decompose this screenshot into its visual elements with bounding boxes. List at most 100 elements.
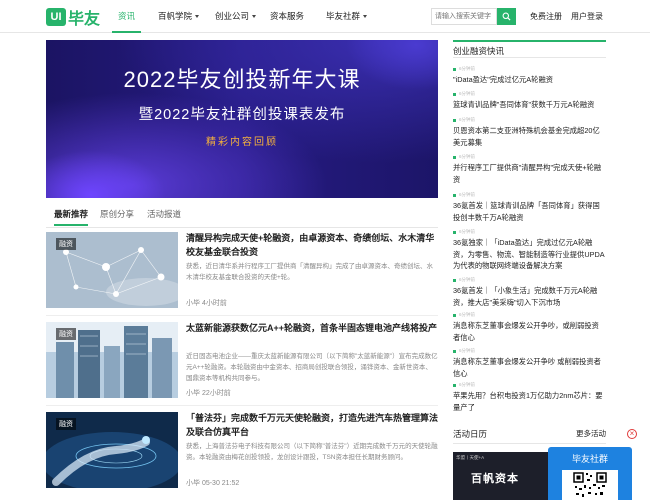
- nav-item-community[interactable]: 毕友社群: [326, 0, 368, 33]
- news-text[interactable]: 消息称东芝董事会爆发公开争吵，或削弱投资者信心: [453, 320, 606, 343]
- news-text[interactable]: 36氪独家｜「iData盈达」完成过亿元A轮融资，为零售、物流、智能制造等行业提…: [453, 237, 606, 272]
- logo-text: 毕友: [68, 10, 101, 28]
- news-time: 6分钟前: [453, 91, 606, 97]
- event-thumbnail[interactable]: 华盟丨天使+A 百帆资本: [453, 452, 553, 500]
- divider: [46, 315, 438, 316]
- chevron-down-icon: [195, 15, 200, 19]
- sidebar-title: 创业融资快讯: [453, 46, 505, 56]
- news-time: 6分钟前: [453, 229, 606, 235]
- news-item[interactable]: 6分钟前 并行程序工厂提供商"清醒异构"完成天使+轮融资: [453, 154, 606, 185]
- article-title[interactable]: 太蓝新能源获数亿元A++轮融资，首条半固态锂电池产线将投产: [186, 322, 438, 336]
- article-title[interactable]: 「普法芬」完成数千万元天使轮融资，打造先进汽车热管理算法及联合仿真平台: [186, 412, 438, 439]
- news-item[interactable]: 6分钟前 消息称东芝董事会爆发公开争吵，或削弱投资者信心: [453, 312, 606, 343]
- article-tabs: 最新推荐 原创分享 活动报道: [46, 206, 438, 228]
- site-logo[interactable]: UI 毕友: [46, 6, 101, 28]
- bullet-icon: [453, 193, 456, 197]
- article-item[interactable]: 融资 「普法芬」完成数千万元天使轮融资，打造先进汽车热管理算法及联合仿真平台 获…: [46, 412, 438, 492]
- search-icon: [502, 12, 511, 21]
- news-item[interactable]: 6分钟前 贝恩资本第二支亚洲特殊机会基金完成超20亿美元募集: [453, 117, 606, 148]
- sidebar-header: 创业融资快讯: [453, 40, 606, 58]
- news-time-text: 6分钟前: [459, 154, 476, 159]
- bullet-icon: [453, 313, 456, 317]
- nav-item-capital[interactable]: 资本服务: [270, 0, 304, 33]
- news-text[interactable]: "iData盈达"完成过亿元A轮融资: [453, 74, 606, 86]
- tab-latest[interactable]: 最新推荐: [54, 208, 89, 226]
- article-thumbnail[interactable]: 融资: [46, 412, 178, 488]
- news-time: 6分钟前: [453, 382, 606, 388]
- bullet-icon: [453, 92, 456, 96]
- banner-glow: [46, 150, 166, 198]
- nav-item-news[interactable]: 资讯: [111, 0, 142, 33]
- nav-item-label: 资本服务: [270, 11, 305, 21]
- news-item[interactable]: 6分钟前 苹果先用？台积电投资1万亿助力2nm芯片：要量产了: [453, 382, 606, 413]
- news-item[interactable]: 6分钟前 36氪独家｜「iData盈达」完成过亿元A轮融资，为零售、物流、智能制…: [453, 229, 606, 272]
- register-link[interactable]: 免费注册: [530, 0, 562, 33]
- thumb-label: 融资: [56, 328, 76, 340]
- banner-title: 2022毕友创投新年大课: [123, 67, 361, 92]
- article-item[interactable]: 融资 太蓝新能源获数亿元A++轮融资，首条半固态锂电池产线将投产 近日固态电池企…: [46, 322, 438, 402]
- news-time: 6分钟前: [453, 277, 606, 283]
- search-button[interactable]: [497, 8, 516, 25]
- news-time-text: 6分钟前: [459, 229, 476, 234]
- news-item[interactable]: 6分钟前 "iData盈达"完成过亿元A轮融资: [453, 66, 606, 86]
- news-text[interactable]: 并行程序工厂提供商"清醒异构"完成天使+轮融资: [453, 162, 606, 185]
- login-link[interactable]: 用户登录: [571, 0, 603, 33]
- news-time: 6分钟前: [453, 154, 606, 160]
- news-text[interactable]: 苹果先用？台积电投资1万亿助力2nm芯片：要量产了: [453, 390, 606, 413]
- news-text[interactable]: 36氪首发｜「小象生活」完成数千万元A轮融资，推大店"美采嗨"切入下沉市场: [453, 285, 606, 308]
- article-summary: 近日固态电池企业——重庆太蓝新能源有限公司（以下简称"太蓝新能源"）宣布完成数亿…: [186, 353, 438, 382]
- news-item[interactable]: 6分钟前 36氪首发｜「小象生活」完成数千万元A轮融资，推大店"美采嗨"切入下沉…: [453, 277, 606, 308]
- article-item[interactable]: 融资 清醒异构完成天使+轮融资，由卓源资本、奇绩创坛、水木清华校友基金联合投资 …: [46, 232, 438, 312]
- news-text[interactable]: 篮球青训品牌"吾同体育"获数千万元A轮融资: [453, 99, 606, 111]
- chevron-down-icon: [363, 15, 368, 19]
- calendar-header: 活动日历 更多活动: [453, 424, 606, 444]
- news-text[interactable]: 36氪首发｜篮球青训品牌「吾同体育」获得国投创丰数千万A轮融资: [453, 200, 606, 223]
- news-item[interactable]: 6分钟前 消息称东芝董事会爆发公开争吵 或削弱投资者信心: [453, 348, 606, 379]
- news-item[interactable]: 6分钟前 36氪首发｜篮球青训品牌「吾同体育」获得国投创丰数千万A轮融资: [453, 192, 606, 223]
- news-time: 6分钟前: [453, 117, 606, 123]
- divider: [46, 405, 438, 406]
- article-thumbnail[interactable]: 融资: [46, 322, 178, 398]
- news-item[interactable]: 6分钟前 篮球青训品牌"吾同体育"获数千万元A轮融资: [453, 91, 606, 111]
- hero-banner[interactable]: 2022毕友创投新年大课 暨2022毕友社群创投课表发布 精彩内容回顾: [46, 40, 438, 198]
- nav-item-label: 毕友社群: [326, 11, 361, 21]
- banner-subtitle: 暨2022毕友社群创投课表发布: [138, 107, 346, 123]
- nav-item-label: 百帆学院: [158, 11, 193, 21]
- more-events-link[interactable]: 更多活动: [576, 428, 606, 439]
- news-time-text: 6分钟前: [459, 66, 476, 71]
- article-thumbnail[interactable]: 融资: [46, 232, 178, 308]
- news-time-text: 6分钟前: [459, 277, 476, 282]
- search-input[interactable]: [431, 8, 497, 25]
- close-icon[interactable]: ×: [627, 429, 637, 439]
- bullet-icon: [453, 155, 456, 159]
- banner-tag: 精彩内容回顾: [206, 137, 278, 148]
- event-thumb-caption: 华盟丨天使+A: [456, 455, 485, 460]
- news-time-text: 6分钟前: [459, 312, 476, 317]
- qr-panel-title: 毕友社群: [571, 454, 608, 464]
- nav-item-startups[interactable]: 创业公司: [215, 0, 257, 33]
- news-text[interactable]: 贝恩资本第二支亚洲特殊机会基金完成超20亿美元募集: [453, 125, 606, 148]
- tab-original[interactable]: 原创分享: [100, 208, 134, 220]
- article-summary: 获悉，上海普法芬电子科技有限公司（以下简称"普法芬"）近期完成数千万元的天使轮融…: [186, 443, 438, 461]
- community-qr-panel[interactable]: 毕友社群: [548, 447, 632, 500]
- news-text[interactable]: 消息称东芝董事会爆发公开争吵 或削弱投资者信心: [453, 356, 606, 379]
- news-time-text: 6分钟前: [459, 382, 476, 387]
- calendar-title: 活动日历: [453, 429, 488, 439]
- thumb-label: 融资: [56, 418, 76, 430]
- news-time: 6分钟前: [453, 192, 606, 198]
- tab-events[interactable]: 活动报道: [147, 208, 181, 220]
- top-nav: UI 毕友 资讯 百帆学院 创业公司 资本服务 毕友社群 免费注册 用户登录: [0, 0, 650, 33]
- article-summary: 获悉，近日清华系并行程序工厂提供商「清醒异构」完成了由卓源资本、奇绩创坛、水木清…: [186, 263, 433, 281]
- bullet-icon: [453, 383, 456, 387]
- nav-item-academy[interactable]: 百帆学院: [158, 0, 200, 33]
- article-meta: 小毕 22小时前: [186, 390, 231, 397]
- news-time-text: 6分钟前: [459, 117, 476, 122]
- news-time-text: 6分钟前: [459, 348, 476, 353]
- news-time: 6分钟前: [453, 66, 606, 72]
- bullet-icon: [453, 67, 456, 71]
- qr-code: [562, 470, 618, 500]
- article-meta: 小毕 05-30 21:52: [186, 480, 240, 487]
- article-title[interactable]: 清醒异构完成天使+轮融资，由卓源资本、奇绩创坛、水木清华校友基金联合投资: [186, 232, 438, 259]
- bullet-icon: [453, 230, 456, 234]
- bullet-icon: [453, 118, 456, 122]
